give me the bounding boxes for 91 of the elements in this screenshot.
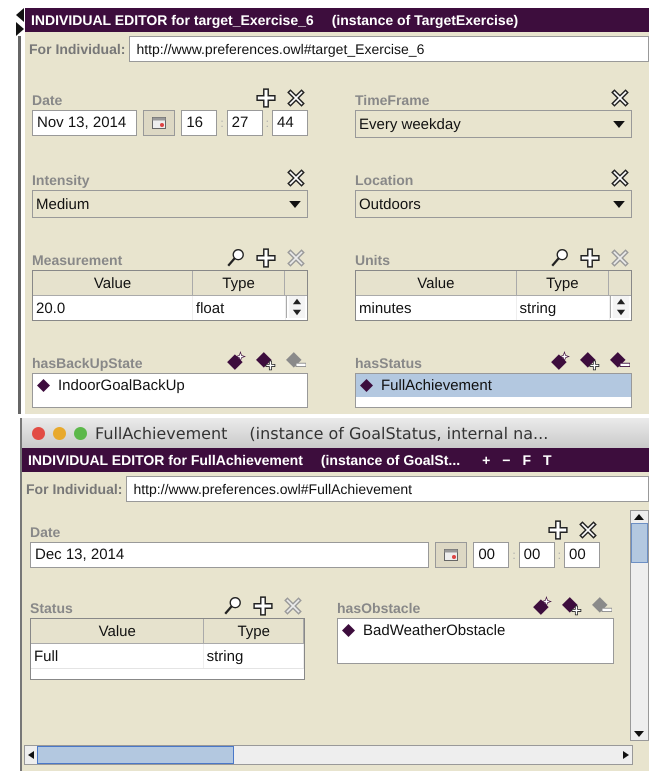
field-label: Date	[30, 524, 60, 540]
spinner-icon[interactable]	[286, 296, 307, 318]
title-bar-button[interactable]: +	[482, 452, 490, 468]
editor-subtitle: (instance of GoalSt...	[320, 452, 460, 468]
plus-icon[interactable]	[253, 596, 273, 616]
window-subtitle: (instance of GoalStatus, internal na...	[249, 424, 548, 442]
time-separator: :	[558, 548, 561, 562]
close-icon[interactable]	[610, 88, 630, 108]
calendar-icon	[152, 117, 166, 129]
diamond-icon	[360, 379, 373, 392]
close-icon[interactable]	[578, 520, 598, 540]
field-label: hasStatus	[355, 355, 422, 371]
plus-icon[interactable]	[256, 88, 276, 108]
time-separator: :	[512, 548, 516, 562]
diamond-plus-icon[interactable]	[580, 351, 600, 371]
field-label: Measurement	[32, 252, 122, 268]
time-field[interactable]: 00	[473, 542, 510, 568]
close-icon[interactable]	[610, 168, 630, 188]
dropdown[interactable]: Medium	[32, 190, 308, 218]
close-window-button[interactable]	[32, 426, 45, 440]
editor-title: INDIVIDUAL EDITOR for FullAchievement	[28, 452, 303, 468]
diamond-icon	[37, 379, 50, 392]
list-item[interactable]: IndoorGoalBackUp	[33, 374, 307, 397]
date-field[interactable]: Dec 13, 2014	[30, 542, 430, 568]
diamond-plus-icon[interactable]	[256, 351, 276, 371]
diamond-icon	[342, 624, 355, 637]
spinner-icon[interactable]	[610, 296, 631, 318]
table-cell: float	[192, 296, 286, 320]
column-header[interactable]: Value	[31, 619, 204, 643]
field-label: hasObstacle	[337, 600, 420, 616]
list-item[interactable]: BadWeatherObstacle	[338, 619, 613, 642]
column-header[interactable]: Value	[33, 271, 194, 295]
plus-icon[interactable]	[548, 520, 568, 540]
diamond-plus-icon[interactable]	[562, 596, 582, 616]
title-bar-button[interactable]: T	[543, 452, 552, 468]
title-bar-button[interactable]: F	[522, 452, 532, 468]
time-separator: :	[220, 116, 224, 130]
diamond-star-icon[interactable]	[532, 596, 552, 616]
date-field[interactable]: Nov 13, 2014	[32, 110, 138, 136]
time-field[interactable]: 44	[272, 110, 308, 136]
diamond-star-icon[interactable]	[226, 351, 246, 371]
plus-icon[interactable]	[256, 248, 276, 268]
search-icon[interactable]	[226, 248, 246, 268]
horizontal-scrollbar[interactable]	[24, 745, 633, 765]
individual-label: For Individual:	[26, 481, 122, 497]
scroll-thumb[interactable]	[631, 523, 648, 563]
table-cell: 20.0	[33, 296, 193, 320]
dropdown-arrow-icon[interactable]	[613, 120, 625, 128]
field-label: Date	[32, 92, 62, 108]
plus-icon[interactable]	[580, 248, 600, 268]
table-cell: string	[204, 644, 304, 668]
table-cell: minutes	[356, 296, 517, 320]
diamond-star-icon[interactable]	[550, 351, 570, 371]
field-label: hasBackUpState	[32, 355, 142, 371]
search-icon[interactable]	[550, 248, 570, 268]
dropdown-arrow-icon[interactable]	[613, 200, 625, 208]
editor-subtitle: (instance of TargetExercise)	[332, 12, 518, 28]
vertical-scrollbar[interactable]	[630, 510, 649, 741]
column-header[interactable]: Type	[193, 271, 285, 295]
window-title: FullAchievement	[95, 424, 228, 442]
column-header[interactable]: Type	[204, 619, 304, 643]
column-header[interactable]: Type	[516, 271, 609, 295]
field-label: Units	[355, 252, 390, 268]
field-label: Status	[30, 600, 73, 616]
time-separator: :	[266, 116, 269, 130]
table-cell: Full	[31, 644, 204, 668]
field-label: TimeFrame	[355, 92, 430, 108]
title-bar-button[interactable]: −	[502, 452, 510, 468]
table-cell: string	[516, 296, 610, 320]
individual-label: For Individual:	[29, 41, 126, 57]
close-icon[interactable]	[286, 88, 306, 108]
time-field[interactable]: 16	[181, 110, 218, 136]
individual-uri-field[interactable]: http://www.preferences.owl#target_Exercise_6	[129, 36, 649, 62]
time-field[interactable]: 00	[518, 542, 555, 568]
calendar-button[interactable]	[143, 110, 176, 136]
scroll-thumb[interactable]	[37, 746, 234, 764]
time-field[interactable]: 00	[564, 542, 600, 568]
dropdown[interactable]: Outdoors	[355, 190, 632, 218]
dropdown-arrow-icon[interactable]	[289, 200, 301, 208]
individual-uri-field[interactable]: http://www.preferences.owl#FullAchievement	[126, 476, 649, 502]
close-icon[interactable]	[286, 168, 306, 188]
list-item[interactable]: FullAchievement	[356, 374, 631, 397]
editor-title: INDIVIDUAL EDITOR for target_Exercise_6	[31, 12, 314, 28]
field-label: Intensity	[32, 172, 90, 188]
search-icon[interactable]	[223, 596, 243, 616]
column-header[interactable]: Value	[356, 271, 517, 295]
dropdown[interactable]: Every weekday	[355, 110, 632, 138]
calendar-icon	[444, 549, 458, 561]
field-label: Location	[355, 172, 414, 188]
time-field[interactable]: 27	[226, 110, 263, 136]
calendar-button[interactable]	[435, 542, 468, 568]
